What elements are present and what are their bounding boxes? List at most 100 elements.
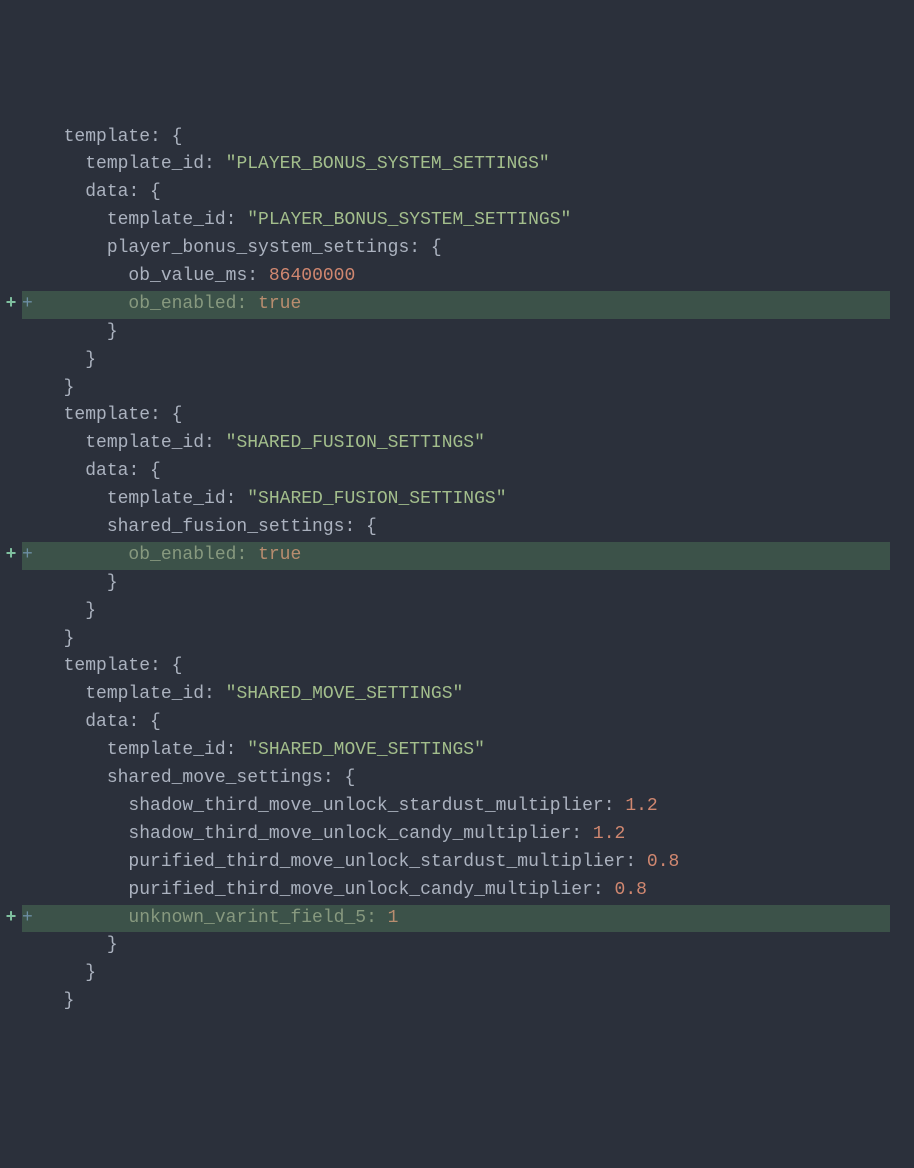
token-p: : [236,294,258,314]
token-p: } [107,573,118,593]
code-content: data: { [42,709,161,737]
token-k: template_id [85,154,204,174]
code-content: } [42,598,96,626]
code-content: template_id: "PLAYER_BONUS_SYSTEM_SETTIN… [42,151,550,179]
diff-inline-marker [22,402,42,430]
diff-inline-marker [22,681,42,709]
diff-gutter [0,653,22,681]
diff-inline-marker [22,737,42,765]
diff-gutter [0,570,22,598]
token-p: : { [128,461,160,481]
token-k: data [85,712,128,732]
token-k: ob_value_ms [128,266,247,286]
code-content: template_id: "SHARED_MOVE_SETTINGS" [42,737,485,765]
code-line: template_id: "SHARED_FUSION_SETTINGS" [0,486,914,514]
code-content: template: { [42,402,182,430]
token-p: : [247,266,269,286]
token-k: player_bonus_system_settings [107,238,409,258]
token-p: : { [150,656,182,676]
code-line: } [0,626,914,654]
code-content: ob_enabled: true [42,291,301,319]
code-content: template: { [42,653,182,681]
token-p: : { [150,405,182,425]
code-content: template_id: "SHARED_FUSION_SETTINGS" [42,430,485,458]
code-line: template: { [0,402,914,430]
diff-inline-marker [22,124,42,152]
token-p: } [64,629,75,649]
token-n: 86400000 [269,266,355,286]
token-b: true [258,294,301,314]
diff-gutter [0,486,22,514]
code-line: shadow_third_move_unlock_stardust_multip… [0,793,914,821]
token-p: } [85,963,96,983]
token-k: template_id [107,210,226,230]
diff-gutter: + [0,905,22,933]
code-line: template: { [0,653,914,681]
code-content: template_id: "SHARED_FUSION_SETTINGS" [42,486,507,514]
diff-gutter [0,402,22,430]
token-k: template_id [107,489,226,509]
diff-inline-marker [22,430,42,458]
token-p: : [625,852,647,872]
code-line: data: { [0,709,914,737]
diff-inline-marker [22,486,42,514]
token-k: ob_enabled [128,545,236,565]
code-line: data: { [0,458,914,486]
diff-gutter [0,681,22,709]
token-p: } [85,601,96,621]
code-line: } [0,570,914,598]
code-line: } [0,932,914,960]
diff-gutter: + [0,542,22,570]
diff-gutter [0,514,22,542]
diff-inline-marker [22,849,42,877]
code-content: ob_value_ms: 86400000 [42,263,355,291]
diff-gutter [0,179,22,207]
code-line: shared_move_settings: { [0,765,914,793]
diff-code-block: template: { template_id: "PLAYER_BONUS_S… [0,124,914,1017]
code-line: ++ ob_enabled: true [0,542,914,570]
diff-gutter [0,458,22,486]
code-line: template: { [0,124,914,152]
token-s: "SHARED_MOVE_SETTINGS" [226,684,464,704]
token-n: 0.8 [647,852,679,872]
token-k: shared_fusion_settings [107,517,345,537]
diff-gutter [0,709,22,737]
code-content: purified_third_move_unlock_candy_multipl… [42,877,647,905]
code-line: } [0,960,914,988]
diff-inline-marker [22,319,42,347]
token-p: : [204,433,226,453]
token-s: "PLAYER_BONUS_SYSTEM_SETTINGS" [226,154,550,174]
token-k: ob_enabled [128,294,236,314]
code-line: ob_value_ms: 86400000 [0,263,914,291]
token-p: : { [128,712,160,732]
diff-gutter [0,347,22,375]
code-line: } [0,319,914,347]
diff-gutter [0,263,22,291]
diff-gutter [0,235,22,263]
diff-gutter [0,124,22,152]
code-content: unknown_varint_field_5: 1 [42,905,398,933]
token-p: : [604,796,626,816]
token-k: shared_move_settings [107,768,323,788]
diff-inline-marker [22,932,42,960]
token-k: template_id [85,684,204,704]
token-b: true [258,545,301,565]
token-p: : [204,154,226,174]
diff-gutter [0,737,22,765]
diff-inline-marker: + [22,291,42,319]
diff-inline-marker [22,458,42,486]
diff-gutter [0,849,22,877]
diff-inline-marker [22,821,42,849]
token-p: } [85,350,96,370]
code-content: shadow_third_move_unlock_stardust_multip… [42,793,658,821]
token-p: : [226,740,248,760]
code-content: template_id: "SHARED_MOVE_SETTINGS" [42,681,463,709]
token-p: : [226,489,248,509]
token-k: data [85,461,128,481]
token-s: "PLAYER_BONUS_SYSTEM_SETTINGS" [247,210,571,230]
token-k: purified_third_move_unlock_stardust_mult… [128,852,625,872]
diff-inline-marker: + [22,905,42,933]
diff-gutter [0,151,22,179]
code-line: player_bonus_system_settings: { [0,235,914,263]
code-line: shared_fusion_settings: { [0,514,914,542]
